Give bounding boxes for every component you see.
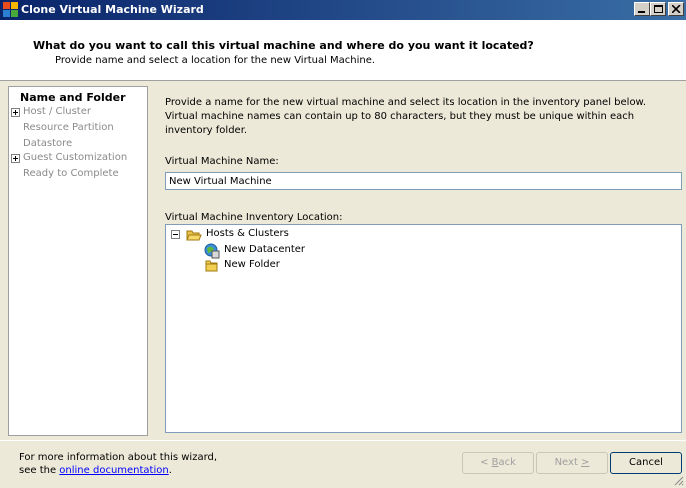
wizard-steps-panel: Name and Folder Host / Cluster Resource … (8, 86, 148, 436)
back-accel: B (491, 457, 499, 468)
maximize-button[interactable] (650, 2, 666, 16)
close-button[interactable] (668, 2, 684, 16)
step-ready-to-complete[interactable]: Ready to Complete (23, 168, 119, 179)
online-documentation-link[interactable]: online documentation (59, 465, 168, 476)
back-rest: ack (498, 457, 516, 468)
back-prefix: < (480, 457, 492, 468)
resize-grip-icon[interactable] (674, 476, 684, 486)
next-accel: > (581, 457, 590, 468)
inventory-tree[interactable]: Hosts & Clusters New Datacenter New Fold… (165, 224, 682, 433)
wizard-header: What do you want to call this virtual ma… (0, 20, 686, 81)
step-guest-customization[interactable]: Guest Customization (23, 152, 127, 163)
footer-info-line1: For more information about this wizard, (19, 452, 218, 463)
back-button[interactable]: < Back (462, 452, 534, 474)
cancel-button[interactable]: Cancel (610, 452, 682, 474)
step-name-and-folder[interactable]: Name and Folder (20, 91, 126, 104)
maximize-icon (654, 5, 663, 13)
clone-vm-wizard-window: Clone Virtual Machine Wizard What do you… (0, 0, 686, 488)
open-folder-icon (186, 230, 202, 241)
expand-icon[interactable] (11, 154, 20, 163)
inventory-location-label: Virtual Machine Inventory Location: (165, 212, 343, 223)
minimize-button[interactable] (634, 2, 650, 16)
step-resource-partition[interactable]: Resource Partition (23, 122, 114, 133)
tree-node-hosts-clusters[interactable]: Hosts & Clusters (206, 228, 289, 239)
header-title: What do you want to call this virtual ma… (33, 39, 534, 52)
collapse-icon[interactable] (171, 230, 180, 239)
step-datastore[interactable]: Datastore (23, 138, 72, 149)
wizard-footer: For more information about this wizard, … (0, 440, 686, 488)
next-label: Next (554, 457, 582, 468)
next-button[interactable]: Next > (536, 452, 608, 474)
tree-node-new-datacenter[interactable]: New Datacenter (224, 244, 305, 255)
app-icon (3, 2, 18, 17)
window-title: Clone Virtual Machine Wizard (21, 3, 204, 16)
expand-icon[interactable] (11, 108, 20, 117)
wizard-content: Provide a name for the new virtual machi… (155, 86, 686, 436)
folder-icon (205, 260, 218, 272)
footer-info-end: . (168, 465, 172, 476)
step-host-cluster[interactable]: Host / Cluster (23, 106, 91, 117)
tree-node-new-folder[interactable]: New Folder (224, 259, 280, 270)
header-subtitle: Provide name and select a location for t… (55, 55, 376, 66)
footer-info: For more information about this wizard, … (19, 451, 217, 477)
vm-name-label: Virtual Machine Name: (165, 156, 279, 167)
title-bar[interactable]: Clone Virtual Machine Wizard (0, 0, 686, 20)
minimize-icon (638, 11, 645, 13)
footer-info-prefix: see the (19, 465, 57, 476)
page-description: Provide a name for the new virtual machi… (165, 97, 646, 136)
close-icon (672, 5, 681, 13)
datacenter-icon (204, 243, 220, 259)
vm-name-input[interactable] (165, 172, 682, 190)
